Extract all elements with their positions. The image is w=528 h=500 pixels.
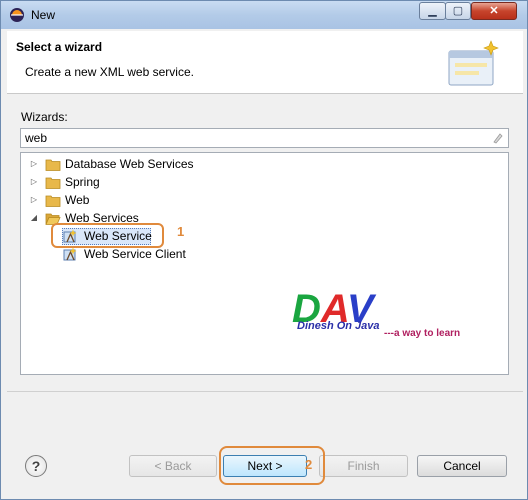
tree-item-label: Spring: [65, 175, 100, 189]
window-title: New: [31, 8, 56, 22]
cancel-button[interactable]: Cancel: [417, 455, 507, 477]
wizard-filter-input[interactable]: web: [20, 128, 509, 148]
wizard-filter-value: web: [25, 131, 48, 145]
collapse-arrow-icon[interactable]: ◢: [29, 209, 39, 227]
folder-icon: [45, 177, 61, 189]
new-wizard-dialog: New ▁ ▢ ✕ Select a wizard Create a new X…: [0, 0, 528, 500]
help-button[interactable]: ?: [25, 455, 47, 477]
title-bar[interactable]: New ▁ ▢ ✕: [1, 1, 527, 29]
annotation-step-2: 2: [305, 457, 313, 472]
folder-icon: [45, 195, 61, 207]
eclipse-app-icon: [10, 8, 24, 22]
close-button[interactable]: ✕: [471, 2, 517, 20]
folder-icon: [45, 159, 61, 171]
wizard-header: Select a wizard Create a new XML web ser…: [7, 31, 523, 94]
expand-arrow-icon[interactable]: ▷: [29, 191, 39, 209]
web-service-client-icon: [63, 247, 77, 261]
expand-arrow-icon[interactable]: ▷: [29, 173, 39, 191]
clear-filter-icon[interactable]: [492, 132, 504, 144]
back-button[interactable]: < Back: [129, 455, 217, 477]
finish-button[interactable]: Finish: [319, 455, 408, 477]
minimize-button[interactable]: ▁: [419, 2, 446, 20]
maximize-button[interactable]: ▢: [445, 2, 471, 20]
logo-tagline: ---a way to learn: [384, 328, 461, 339]
page-title: Select a wizard: [16, 40, 103, 54]
annotation-highlight-web-service: [51, 223, 164, 248]
tree-item-label: Database Web Services: [65, 157, 194, 171]
annotation-step-1: 1: [177, 224, 185, 239]
logo-name: Dinesh On Java: [297, 320, 380, 332]
wizard-banner-icon: [448, 40, 499, 86]
tree-item-label: Web: [65, 193, 90, 207]
expand-arrow-icon[interactable]: ▷: [29, 155, 39, 173]
page-description: Create a new XML web service.: [25, 65, 194, 79]
button-bar-separator: [7, 391, 523, 392]
wizards-label: Wizards:: [21, 110, 68, 124]
